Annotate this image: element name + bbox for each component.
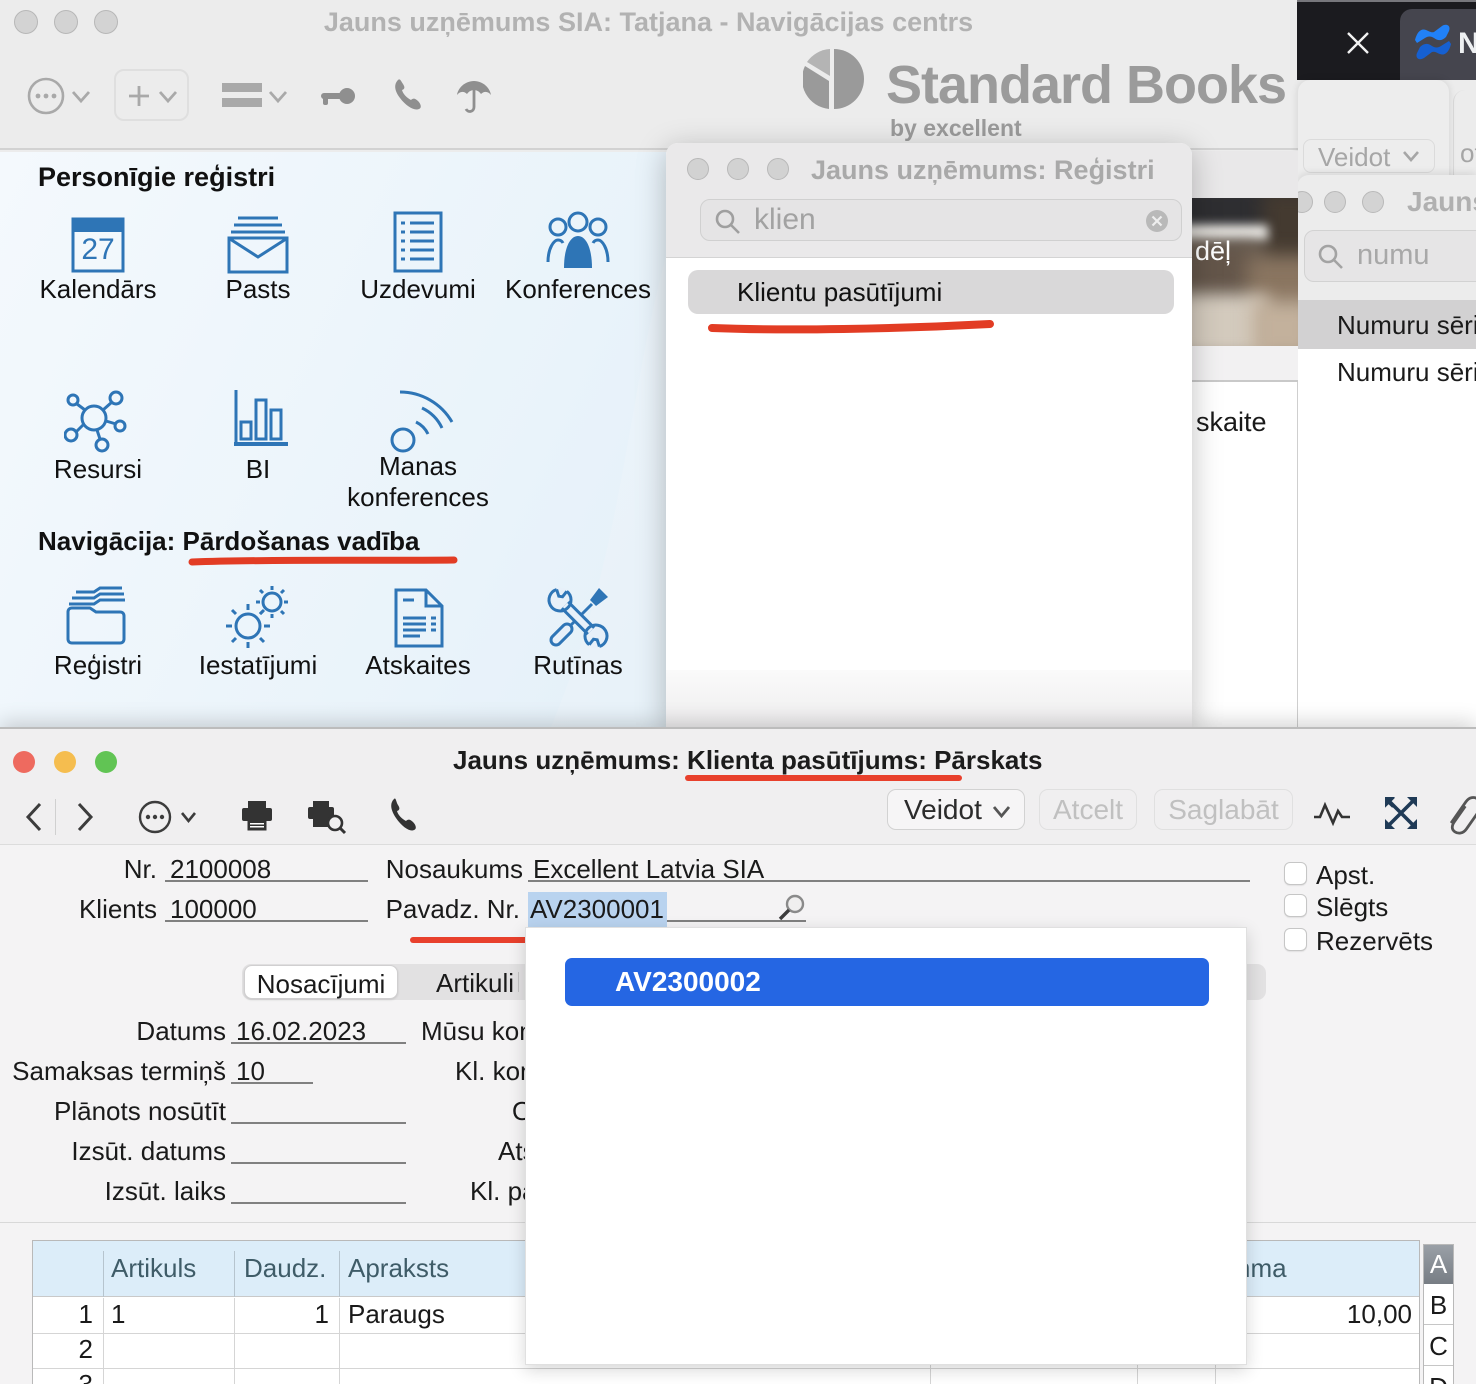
svg-text:27: 27	[81, 233, 114, 266]
